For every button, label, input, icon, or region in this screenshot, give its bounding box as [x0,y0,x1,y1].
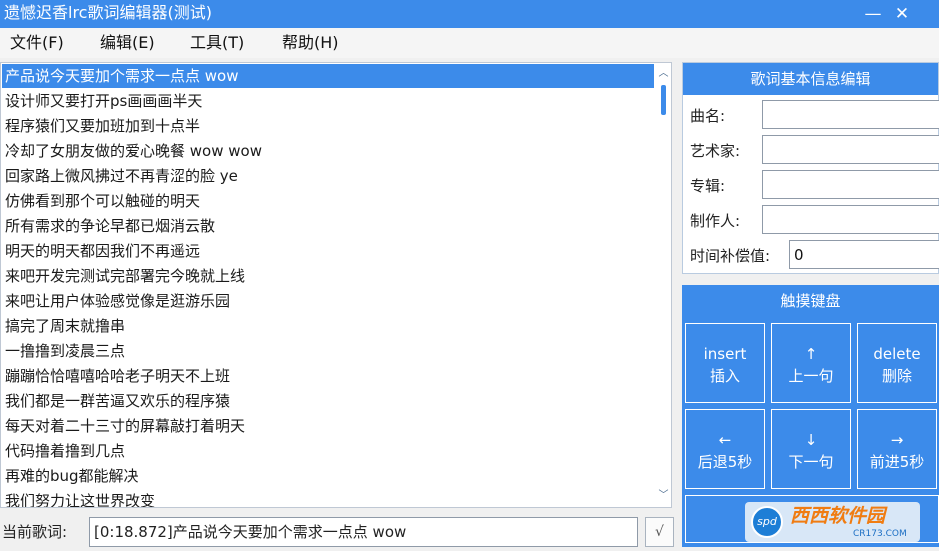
lyric-row[interactable]: 明天的明天都因我们不再遥远 [2,239,654,263]
lyric-row[interactable]: 所有需求的争论早都已烟消云散 [2,214,654,238]
minimize-button[interactable]: — [861,2,885,26]
menu-tools[interactable]: 工具(T) [190,32,244,54]
album-input[interactable] [762,170,939,199]
watermark-logo: spd 西西软件园 CR173.COM [745,502,920,542]
arrow-up-icon: ↑ [804,345,818,363]
watermark-badge-text: spd [757,515,777,528]
time-offset-input[interactable] [789,240,939,269]
lyric-list[interactable]: 产品说今天要加个需求一点点 wow 设计师又要打开ps画画画半天 程序猿们又要加班加… [0,62,672,508]
scroll-up-icon[interactable]: ︿ [656,66,671,82]
insert-key-label: insert [703,345,747,363]
lyric-row[interactable]: 回家路上微风拂过不再青涩的脸 ye [2,164,654,188]
artist-input[interactable] [762,135,939,164]
lyric-row[interactable]: 仿佛看到那个可以触碰的明天 [2,189,654,213]
watermark-subtext: CR173.COM [853,529,907,539]
next-line-caption: 下一句 [788,453,834,471]
arrow-down-icon: ↓ [804,431,818,449]
back-5s-button[interactable]: ← 后退5秒 [685,409,765,489]
menu-bar: 文件(F) 编辑(E) 工具(T) 帮助(H) [0,28,939,58]
song-name-input[interactable] [762,100,939,129]
insert-button[interactable]: insert 插入 [685,323,765,403]
song-name-label: 曲名: [690,107,726,125]
info-panel-header: 歌词基本信息编辑 [683,63,938,95]
next-line-button[interactable]: ↓ 下一句 [771,409,851,489]
lyric-row[interactable]: 产品说今天要加个需求一点点 wow [2,64,654,88]
scroll-down-icon[interactable]: ﹀ [656,488,671,504]
menu-file[interactable]: 文件(F) [10,32,64,54]
delete-button[interactable]: delete 删除 [857,323,937,403]
forward-5s-caption: 前进5秒 [869,453,925,471]
lyric-scrollbar[interactable]: ︿ ﹀ [656,64,671,506]
lyric-row[interactable]: 每天对着二十三寸的屏幕敲打着明天 [2,414,654,438]
close-button[interactable]: ✕ [890,2,914,26]
lyric-row[interactable]: 搞完了周末就撸串 [2,314,654,338]
lyric-row[interactable]: 再难的bug都能解决 [2,464,654,488]
lyric-row[interactable]: 代码撸着撸到几点 [2,439,654,463]
current-lyric-label: 当前歌词: [2,523,68,541]
menu-help[interactable]: 帮助(H) [282,32,339,54]
lyric-row[interactable]: 我们努力让这世界改变 [2,489,654,507]
confirm-button[interactable]: √ [645,517,674,547]
artist-label: 艺术家: [690,142,741,160]
time-offset-label: 时间补偿值: [690,247,771,265]
arrow-right-icon: → [890,431,904,449]
lyric-row[interactable]: 程序猿们又要加班加到十点半 [2,114,654,138]
producer-label: 制作人: [690,212,741,230]
delete-key-label: delete [873,345,921,363]
lyric-row[interactable]: 冷却了女朋友做的爱心晚餐 wow wow [2,139,654,163]
watermark-text: 西西软件园 [790,505,886,527]
album-label: 专辑: [690,177,726,195]
current-lyric-field[interactable]: [0:18.872]产品说今天要加个需求一点点 wow [89,517,638,547]
lyric-row[interactable]: 一撸撸到凌晨三点 [2,339,654,363]
window-title: 遗憾迟香lrc歌词编辑器(测试) [4,3,212,22]
title-bar: 遗憾迟香lrc歌词编辑器(测试) — ✕ [0,0,939,28]
scroll-thumb[interactable] [661,85,666,115]
previous-line-button[interactable]: ↑ 上一句 [771,323,851,403]
lyric-row[interactable]: 设计师又要打开ps画画画半天 [2,89,654,113]
forward-5s-button[interactable]: → 前进5秒 [857,409,937,489]
lyric-row[interactable]: 来吧开发完测试完部署完今晚就上线 [2,264,654,288]
lyric-row[interactable]: 我们都是一群苦逼又欢乐的程序猿 [2,389,654,413]
lyric-info-panel: 歌词基本信息编辑 曲名: 艺术家: 专辑: 制作人: 时间补偿值: [682,62,939,274]
menu-edit[interactable]: 编辑(E) [100,32,155,54]
previous-line-caption: 上一句 [788,367,834,385]
lyric-row[interactable]: 蹦蹦恰恰嘻嘻哈哈老子明天不上班 [2,364,654,388]
watermark-badge-icon: spd [751,506,783,538]
insert-key-caption: 插入 [709,367,740,385]
producer-input[interactable] [762,205,939,234]
arrow-left-icon: ← [718,431,732,449]
touch-keyboard-title: 触摸键盘 [780,292,841,310]
delete-key-caption: 删除 [881,367,912,385]
lyric-row[interactable]: 来吧让用户体验感觉像是逛游乐园 [2,289,654,313]
back-5s-caption: 后退5秒 [697,453,753,471]
